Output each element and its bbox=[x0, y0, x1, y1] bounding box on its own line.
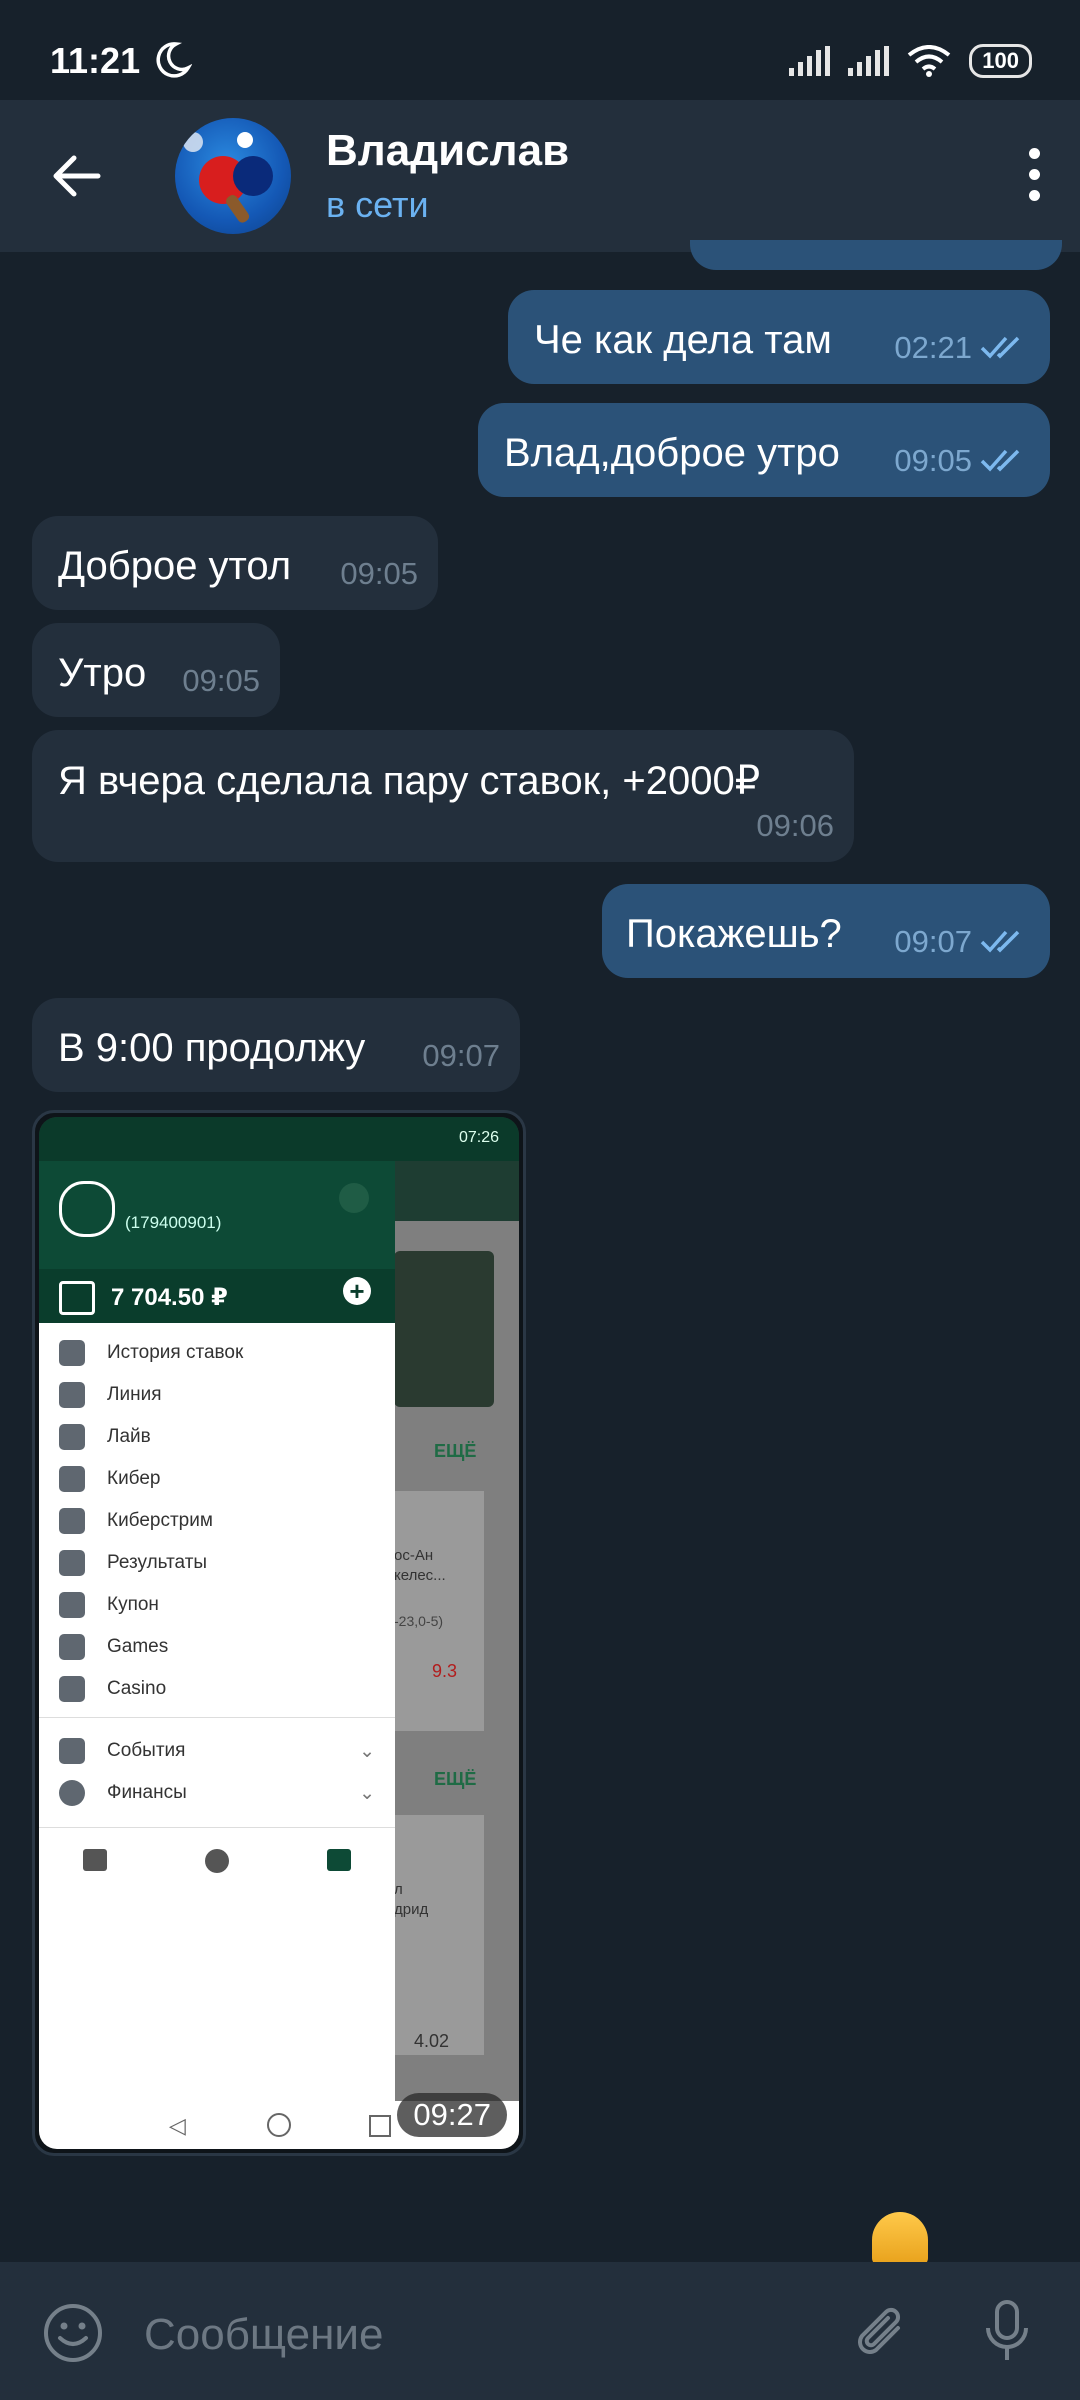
screenshot-side-text: дрид bbox=[394, 1901, 429, 1918]
double-check-icon bbox=[980, 336, 1020, 359]
screenshot-user-icon bbox=[59, 1181, 115, 1237]
sticker-peek bbox=[872, 2212, 928, 2266]
screenshot-side-text: -23,0-5) bbox=[394, 1613, 444, 1629]
message-time: 09:05 bbox=[894, 443, 972, 478]
screenshot-account-id: (179400901) bbox=[125, 1213, 222, 1232]
message-time: 09:05 bbox=[340, 556, 418, 591]
screenshot-app-background: ЕЩЁ ос-Ан келес... -23,0-5) 9.3 ЕЩЁ л др… bbox=[394, 1161, 519, 2149]
screenshot-bottom-icons bbox=[39, 1829, 395, 1891]
message-text: Я вчера сделала пару ставок, +2000₽ bbox=[58, 759, 761, 803]
message-time: 02:21 bbox=[894, 330, 972, 365]
screenshot-mail-icon bbox=[339, 1183, 369, 1213]
screenshot-image: 07:26 ЕЩЁ ос-Ан келес... -23,0-5) 9.3 ЕЩ… bbox=[39, 1117, 519, 2149]
message-text: Доброе утол bbox=[58, 544, 292, 588]
screenshot-balance-bar: 7 704.50 ₽ + bbox=[39, 1269, 395, 1323]
screenshot-menu-item: Casino bbox=[59, 1669, 166, 1709]
message-text: Покажешь? bbox=[626, 912, 842, 956]
partial-message-bubble bbox=[690, 240, 1062, 270]
screenshot-menu-item: Кибер bbox=[59, 1459, 160, 1499]
message-text: Влад,доброе утро bbox=[504, 431, 840, 475]
screenshot-status-bar: 07:26 bbox=[39, 1117, 519, 1161]
status-time: 11:21 bbox=[50, 40, 141, 81]
double-check-icon bbox=[980, 930, 1020, 953]
screenshot-menu-item: Лайв bbox=[59, 1417, 151, 1457]
battery-indicator: 100 bbox=[969, 44, 1032, 78]
more-menu-icon[interactable] bbox=[1026, 148, 1042, 206]
screenshot-menu-item: Купон bbox=[59, 1585, 159, 1625]
screenshot-menu-item: Киберстрим bbox=[59, 1501, 213, 1541]
image-message-time: 09:27 bbox=[397, 2093, 507, 2137]
screenshot-phone-time: 07:26 bbox=[458, 1129, 499, 1146]
signal-icon bbox=[789, 46, 831, 76]
message-bubble[interactable]: Влад,доброе утро 09:05 bbox=[478, 403, 1050, 497]
screenshot-more-label: ЕЩЁ bbox=[434, 1769, 477, 1789]
chat-header: Владислав в сети bbox=[0, 100, 1080, 252]
screenshot-odd: 9.3 bbox=[432, 1661, 458, 1681]
ping-pong-avatar-image bbox=[183, 132, 273, 223]
message-bubble[interactable]: Покажешь? 09:07 bbox=[602, 884, 1050, 978]
contact-status: в сети bbox=[326, 184, 429, 225]
message-bubble[interactable]: Я вчера сделала пару ставок, +2000₽ 09:0… bbox=[32, 730, 854, 862]
message-bubble[interactable]: Че как дела там 02:21 bbox=[508, 290, 1050, 384]
back-arrow-icon[interactable] bbox=[50, 150, 102, 202]
double-check-icon bbox=[980, 449, 1020, 472]
screenshot-side-text: ос-Ан bbox=[394, 1547, 434, 1564]
moon-icon bbox=[156, 42, 192, 78]
message-input[interactable]: Сообщение bbox=[144, 2310, 383, 2360]
message-text: Че как дела там bbox=[534, 318, 832, 362]
screenshot-side-text: келес... bbox=[394, 1567, 446, 1584]
wifi-icon bbox=[908, 45, 951, 77]
screenshot-drawer: (179400901) 7 704.50 ₽ + История ставок … bbox=[39, 1161, 395, 2101]
screenshot-odd: 4.02 bbox=[414, 2031, 450, 2051]
message-text: В 9:00 продолжу bbox=[58, 1026, 366, 1070]
message-time: 09:07 bbox=[422, 1038, 500, 1073]
image-message[interactable]: 07:26 ЕЩЁ ос-Ан келес... -23,0-5) 9.3 ЕЩ… bbox=[32, 1110, 526, 2156]
message-text: Утро bbox=[58, 651, 147, 695]
emoji-icon[interactable] bbox=[42, 2302, 104, 2364]
screenshot-more-label: ЕЩЁ bbox=[434, 1441, 477, 1461]
message-bubble[interactable]: В 9:00 продолжу 09:07 bbox=[32, 998, 520, 1092]
message-time: 09:05 bbox=[182, 663, 260, 698]
message-bubble[interactable]: Утро 09:05 bbox=[32, 623, 280, 717]
message-bubble[interactable]: Доброе утол 09:05 bbox=[32, 516, 438, 610]
screenshot-menu-item: Games bbox=[59, 1627, 168, 1667]
screenshot-side-text: л bbox=[394, 1881, 403, 1898]
screenshot-menu-item: Результаты bbox=[59, 1543, 207, 1583]
screenshot-wallet-icon bbox=[59, 1281, 95, 1315]
avatar[interactable] bbox=[175, 118, 291, 234]
contact-name: Владислав bbox=[326, 126, 570, 175]
screenshot-plus-icon: + bbox=[343, 1277, 371, 1305]
screenshot-balance: 7 704.50 ₽ bbox=[111, 1284, 228, 1311]
screenshot-menu-item: Финансы ⌄ bbox=[59, 1773, 375, 1813]
attach-icon[interactable] bbox=[852, 2302, 912, 2364]
message-time: 09:07 bbox=[894, 924, 972, 959]
status-bar: 11:21 100 bbox=[0, 0, 1080, 100]
signal-icon-2 bbox=[848, 46, 890, 76]
screenshot-menu-item: Линия bbox=[59, 1375, 161, 1415]
microphone-icon[interactable] bbox=[982, 2298, 1032, 2366]
screenshot-profile-header: (179400901) bbox=[39, 1161, 395, 1269]
screenshot-menu-item: События ⌄ bbox=[59, 1731, 375, 1771]
message-time: 09:06 bbox=[756, 808, 834, 843]
message-composer: Сообщение bbox=[0, 2262, 1080, 2400]
screenshot-menu-item: История ставок bbox=[59, 1333, 243, 1373]
